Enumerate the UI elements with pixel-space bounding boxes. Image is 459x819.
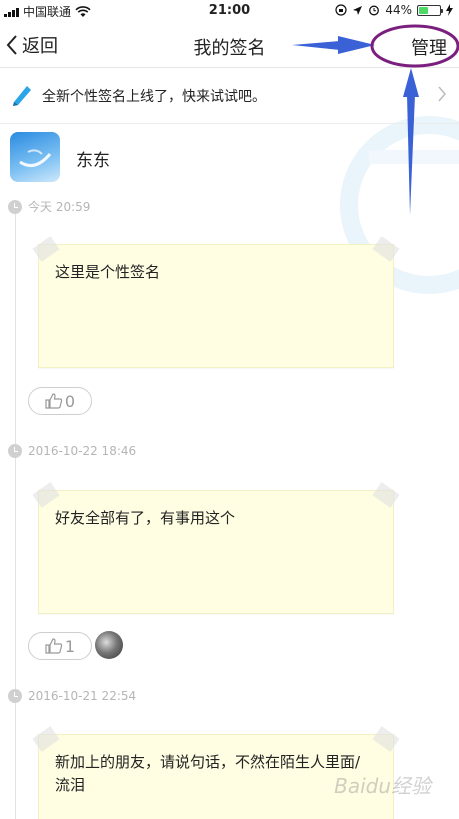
signature-note[interactable]: 这里是个性签名 — [32, 236, 400, 368]
status-bar: 中国联通 21:00 44% — [0, 0, 459, 22]
rotation-lock-icon — [335, 4, 347, 16]
entry-time: 2016-10-21 22:54 — [8, 689, 136, 703]
battery-percent: 44% — [385, 3, 412, 17]
page-title: 我的签名 — [193, 38, 266, 59]
liker-avatar[interactable] — [95, 631, 123, 659]
banner-text: 全新个性签名上线了，快来试试吧。 — [42, 89, 266, 105]
clock-icon — [8, 199, 22, 214]
like-count: 0 — [64, 391, 76, 411]
signature-text: 新加上的朋友，请说句话，不然在陌生人里面/流泪 — [55, 753, 361, 794]
entry-time: 2016-10-22 18:46 — [8, 444, 136, 458]
clock-icon — [8, 689, 22, 703]
tape-decoration — [372, 482, 400, 508]
battery-icon — [417, 4, 443, 16]
signature-page: 中国联通 21:00 44% 返回 我的签名 管理 全新个性签名上线了，快来试试… — [0, 0, 459, 819]
avatar-swirl-icon — [19, 149, 52, 168]
entry-time-label: 今天 20:59 — [28, 200, 91, 214]
battery-level-fill — [419, 6, 428, 14]
tape-decoration — [32, 482, 60, 508]
thumbs-up-icon — [45, 638, 63, 654]
status-right: 44% — [335, 3, 453, 17]
signature-note[interactable]: 好友全部有了，有事用这个 — [32, 482, 400, 614]
thumbs-up-icon — [45, 393, 63, 409]
tape-decoration — [32, 236, 60, 262]
watermark-logo: Baidu经验 — [334, 774, 431, 798]
location-icon — [353, 5, 363, 15]
charging-icon — [446, 4, 453, 16]
entry-time: 今天 20:59 — [8, 198, 90, 215]
avatar[interactable] — [10, 132, 60, 182]
signature-text: 好友全部有了，有事用这个 — [55, 509, 236, 527]
entry-time-label: 2016-10-22 18:46 — [28, 444, 137, 458]
nav-bar: 返回 我的签名 管理 — [0, 22, 459, 68]
tape-decoration — [372, 726, 400, 752]
profile-name: 东东 — [76, 151, 110, 171]
pencil-icon — [13, 86, 31, 106]
like-count: 1 — [64, 636, 76, 656]
clock-icon — [8, 444, 22, 458]
like-button[interactable]: 0 — [28, 387, 92, 415]
like-button[interactable]: 1 — [28, 632, 92, 660]
entry-time-label: 2016-10-21 22:54 — [28, 689, 137, 703]
alarm-icon — [369, 5, 380, 16]
new-signature-banner[interactable]: 全新个性签名上线了，快来试试吧。 — [0, 68, 459, 124]
tape-decoration — [32, 726, 60, 752]
manage-button[interactable]: 管理 — [411, 34, 447, 60]
timeline-line — [15, 205, 16, 819]
chevron-right-icon — [438, 86, 446, 102]
signature-text: 这里是个性签名 — [55, 263, 161, 281]
